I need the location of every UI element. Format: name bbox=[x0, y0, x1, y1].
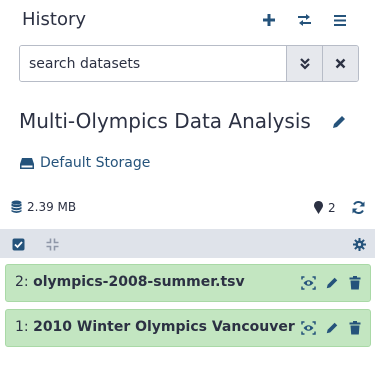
exchange-icon bbox=[297, 14, 311, 26]
plus-icon bbox=[263, 14, 275, 26]
advanced-search-toggle[interactable] bbox=[286, 46, 322, 81]
search-bar bbox=[19, 45, 359, 82]
eye-icon bbox=[301, 320, 316, 335]
database-icon bbox=[11, 200, 22, 213]
view-dataset-button[interactable] bbox=[301, 275, 316, 290]
dataset-title[interactable]: 1: 2010 Winter Olympics Vancouver bbox=[15, 319, 295, 335]
dataset-item[interactable]: 2: olympics-2008-summer.tsv bbox=[5, 264, 371, 302]
dataset-name: olympics-2008-summer.tsv bbox=[33, 274, 245, 290]
create-history-button[interactable] bbox=[259, 10, 279, 30]
dataset-actions bbox=[301, 320, 362, 335]
storage-label: Default Storage bbox=[40, 155, 151, 171]
hdd-icon bbox=[20, 157, 34, 169]
pencil-icon bbox=[326, 277, 337, 288]
history-toolbar bbox=[0, 229, 375, 258]
close-icon bbox=[335, 58, 346, 69]
dataset-title[interactable]: 2: olympics-2008-summer.tsv bbox=[15, 274, 245, 290]
delete-dataset-button[interactable] bbox=[347, 275, 362, 290]
history-panel-header: History bbox=[0, 0, 375, 42]
dataset-item[interactable]: 1: 2010 Winter Olympics Vancouver bbox=[5, 309, 371, 347]
history-options-button[interactable] bbox=[330, 10, 350, 30]
switch-history-button[interactable] bbox=[294, 10, 314, 30]
map-marker-icon bbox=[314, 200, 323, 214]
search-input[interactable] bbox=[20, 46, 286, 81]
trash-icon bbox=[349, 275, 360, 289]
pencil-icon bbox=[333, 116, 345, 128]
sync-icon bbox=[352, 201, 365, 214]
pencil-icon bbox=[326, 322, 337, 333]
history-settings-button[interactable] bbox=[353, 236, 367, 251]
dataset-hid: 1: bbox=[15, 319, 29, 335]
refresh-button[interactable] bbox=[351, 200, 367, 216]
angle-double-down-icon bbox=[299, 58, 310, 70]
collapse-items-button[interactable] bbox=[46, 236, 60, 251]
edit-dataset-button[interactable] bbox=[324, 320, 339, 335]
eye-icon bbox=[301, 275, 316, 290]
size-value: 2.39 MB bbox=[27, 200, 77, 214]
edit-dataset-button[interactable] bbox=[324, 275, 339, 290]
dataset-name: 2010 Winter Olympics Vancouver bbox=[33, 319, 295, 335]
trash-icon bbox=[349, 320, 360, 334]
edit-history-button[interactable] bbox=[331, 114, 349, 132]
bars-icon bbox=[334, 14, 346, 26]
storage-selector[interactable]: Default Storage bbox=[19, 155, 150, 171]
history-name: Multi-Olympics Data Analysis bbox=[19, 109, 311, 133]
view-dataset-button[interactable] bbox=[301, 320, 316, 335]
panel-title: History bbox=[22, 9, 87, 30]
compress-icon bbox=[46, 238, 59, 251]
delete-dataset-button[interactable] bbox=[347, 320, 362, 335]
clear-search-button[interactable] bbox=[322, 46, 358, 81]
gear-icon bbox=[353, 238, 366, 251]
dataset-actions bbox=[301, 275, 362, 290]
dataset-hid: 2: bbox=[15, 274, 29, 290]
count-value: 2 bbox=[328, 200, 336, 215]
dataset-count[interactable]: 2 bbox=[313, 200, 336, 215]
history-size[interactable]: 2.39 MB bbox=[11, 200, 76, 214]
select-items-button[interactable] bbox=[12, 236, 26, 251]
check-square-icon bbox=[12, 238, 25, 251]
